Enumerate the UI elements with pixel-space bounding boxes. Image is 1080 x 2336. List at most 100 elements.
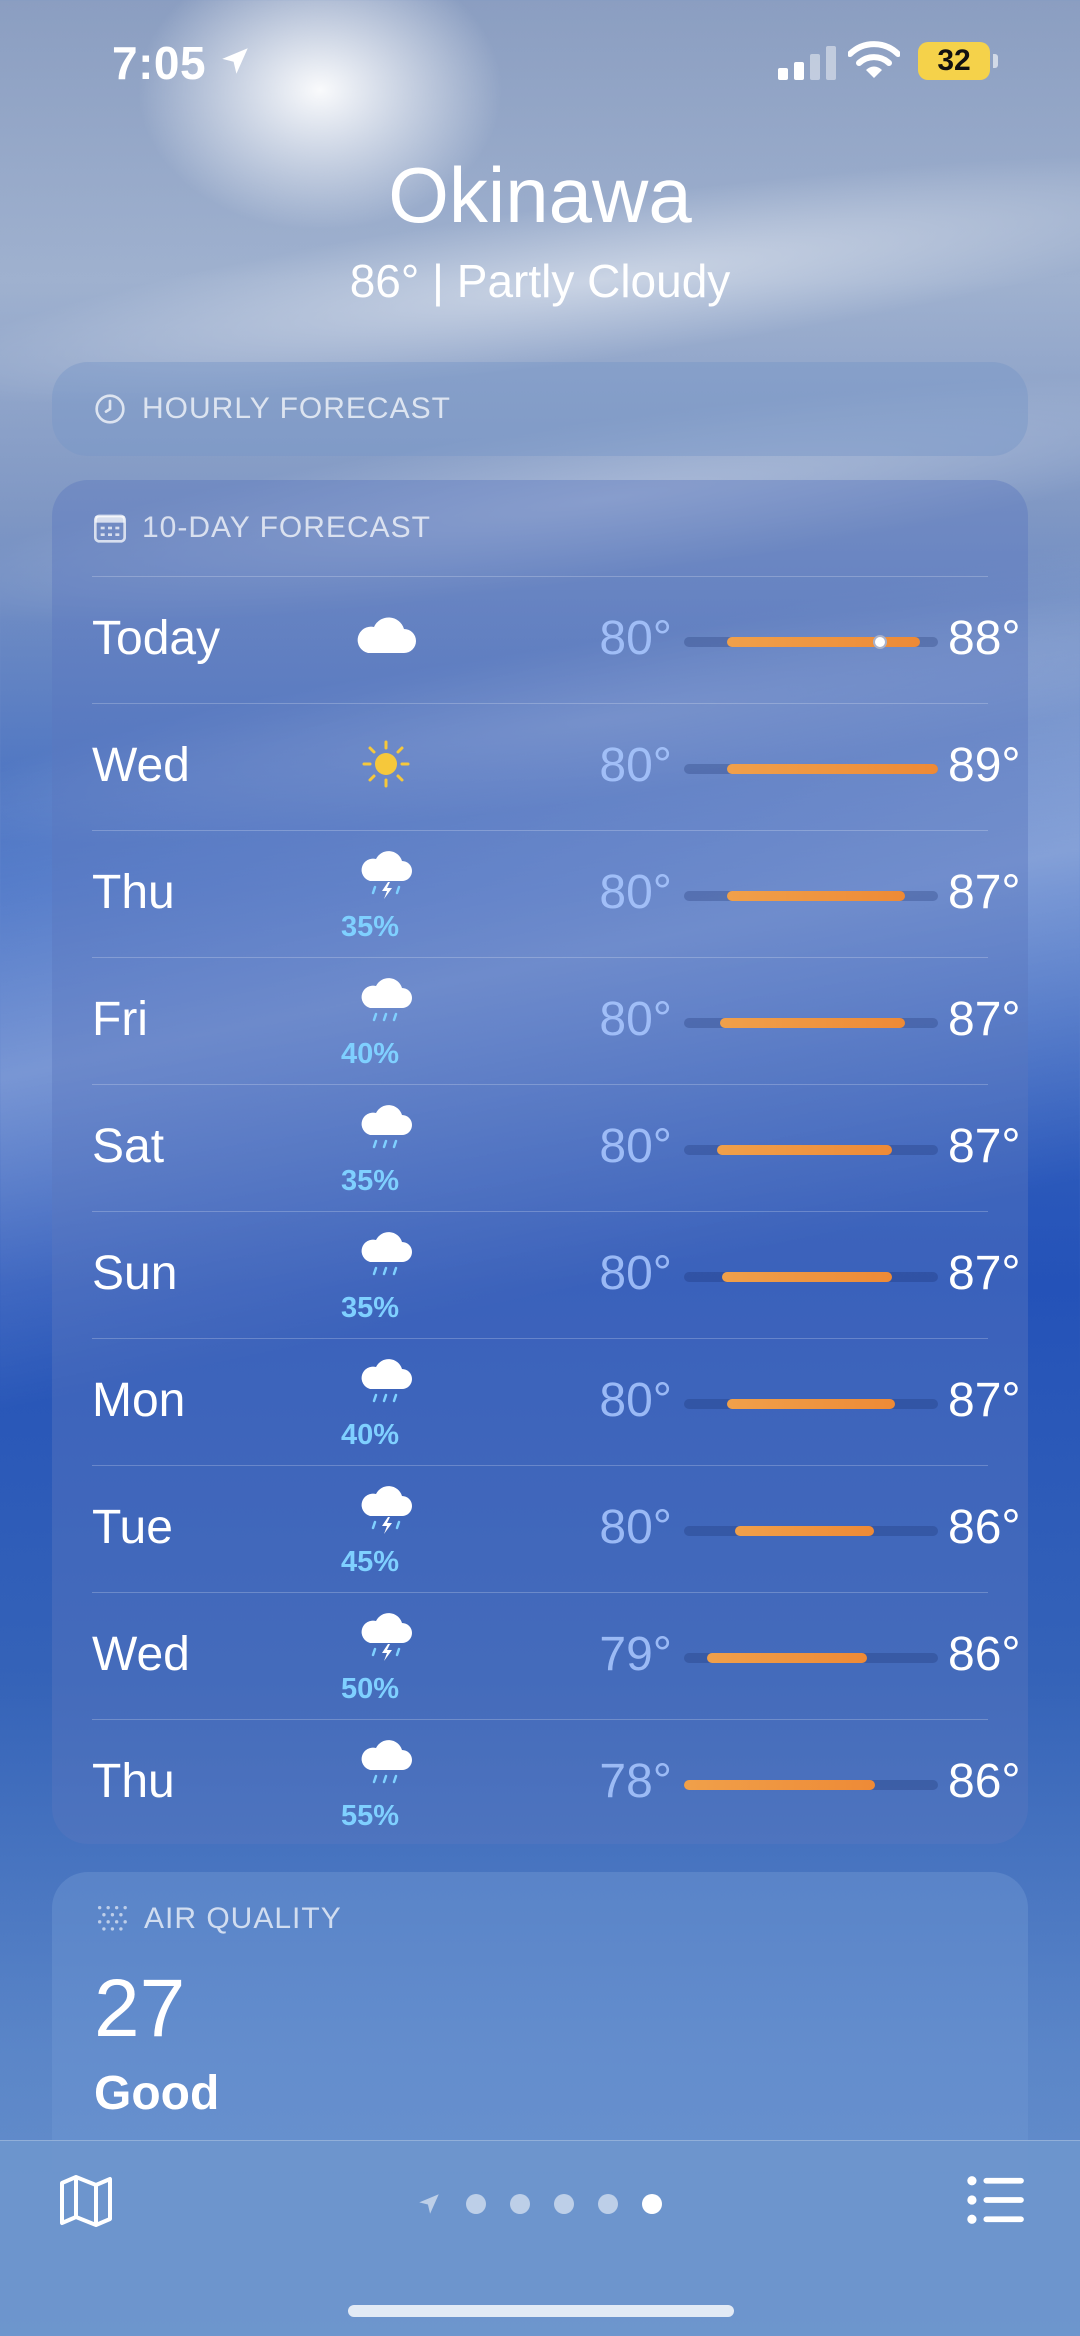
temp-range-bar [684, 1780, 938, 1790]
calendar-icon [94, 514, 126, 543]
forecast-day: Thu [92, 1755, 175, 1808]
forecast-row[interactable]: Fri 40% 80° 87° [92, 957, 1021, 1084]
low-temp: 79° [599, 1628, 672, 1681]
hourly-forecast-title: HOURLY FORECAST [142, 392, 451, 425]
precip-chance: 45% [340, 1546, 400, 1578]
page-dot[interactable] [598, 2194, 618, 2214]
current-temp-dot [872, 635, 887, 649]
forecast-row[interactable]: Sun 35% 80° 87° [92, 1211, 1021, 1338]
thunderstorm-icon [346, 845, 426, 905]
high-temp: 87° [948, 1247, 1021, 1300]
air-quality-label: Good [94, 2067, 220, 2120]
location-arrow-icon [222, 48, 248, 74]
high-temp: 89° [948, 739, 1021, 792]
current-location-arrow-icon [419, 2194, 439, 2214]
battery-indicator: 32 [918, 42, 990, 80]
page-dot[interactable] [466, 2194, 486, 2214]
precip-chance: 35% [340, 911, 400, 943]
low-temp: 80° [599, 1247, 672, 1300]
page-dot[interactable] [554, 2194, 574, 2214]
ten-day-forecast-card[interactable]: 10-DAY FORECAST Today 80° 88° Wed 80° 89° Thu 3… [52, 480, 1028, 1844]
rain-icon [346, 1099, 426, 1159]
thunderstorm-icon [346, 1480, 426, 1540]
temp-range-fill [734, 1526, 875, 1536]
high-temp: 88° [948, 612, 1021, 665]
high-temp: 87° [948, 866, 1021, 919]
temp-range-fill [684, 1780, 875, 1790]
forecast-day: Mon [92, 1374, 186, 1427]
city-name: Okinawa [388, 151, 692, 239]
forecast-day: Thu [92, 866, 175, 919]
temp-range-fill [722, 1272, 893, 1282]
sun-icon [346, 734, 426, 794]
precip-chance: 40% [340, 1038, 400, 1070]
low-temp: 80° [599, 1501, 672, 1554]
temp-range-fill [719, 1018, 905, 1028]
air-quality-value: 27 [94, 1963, 186, 2054]
forecast-row[interactable]: Wed 80° 89° [92, 703, 1021, 830]
temp-range-fill [727, 1399, 895, 1409]
forecast-row[interactable]: Today 80° 88° [92, 576, 1021, 703]
temp-range-fill [706, 1653, 867, 1663]
temp-range-bar [684, 891, 938, 901]
temp-range-bar [684, 1018, 938, 1028]
forecast-day: Sat [92, 1120, 165, 1173]
forecast-row[interactable]: Thu 35% 80° 87° [92, 830, 1021, 957]
low-temp: 80° [599, 993, 672, 1046]
precip-chance: 35% [340, 1292, 400, 1324]
rain-icon [346, 1353, 426, 1413]
thunderstorm-icon [346, 1607, 426, 1667]
high-temp: 87° [948, 1374, 1021, 1427]
low-temp: 78° [599, 1755, 672, 1808]
temp-range-fill [727, 891, 905, 901]
precip-chance: 50% [340, 1673, 400, 1705]
rain-icon [346, 972, 426, 1032]
forecast-row[interactable]: Sat 35% 80° 87° [92, 1084, 1021, 1211]
low-temp: 80° [599, 866, 672, 919]
ten-day-forecast-title: 10-DAY FORECAST [142, 511, 431, 544]
high-temp: 86° [948, 1501, 1021, 1554]
temp-range-bar [684, 635, 938, 649]
low-temp: 80° [599, 1120, 672, 1173]
low-temp: 80° [599, 1374, 672, 1427]
temp-range-fill [727, 637, 921, 647]
air-quality-title: AIR QUALITY [144, 1902, 342, 1935]
air-quality-icon [97, 1905, 127, 1931]
forecast-row[interactable]: Wed 50% 79° 86° [92, 1592, 1021, 1719]
temp-range-fill [717, 1145, 893, 1155]
rain-icon [346, 1226, 426, 1286]
cloud-icon [346, 607, 426, 667]
forecast-day: Fri [92, 993, 148, 1046]
temp-range-bar [684, 1653, 938, 1663]
forecast-row[interactable]: Thu 55% 78° 86° [92, 1719, 1021, 1846]
cellular-signal-icon [778, 44, 836, 80]
precip-chance: 35% [340, 1165, 400, 1197]
current-summary: 86° | Partly Cloudy [349, 255, 731, 307]
page-dot[interactable] [510, 2194, 530, 2214]
high-temp: 86° [948, 1628, 1021, 1681]
temp-range-bar [684, 1399, 938, 1409]
temp-range-bar [684, 1526, 938, 1536]
air-quality-card[interactable]: AIR QUALITY 27 Good [52, 1872, 1028, 2172]
forecast-day: Wed [92, 739, 190, 792]
temp-range-bar [684, 764, 938, 774]
hourly-forecast-card[interactable]: HOURLY FORECAST [52, 362, 1028, 456]
temp-range-fill [727, 764, 938, 774]
forecast-day: Today [92, 612, 221, 665]
bottom-toolbar [0, 2140, 1080, 2336]
forecast-row[interactable]: Mon 40% 80° 87° [92, 1338, 1021, 1465]
status-time: 7:05 [112, 37, 207, 89]
high-temp: 87° [948, 993, 1021, 1046]
forecast-row[interactable]: Tue 45% 80° 86° [92, 1465, 1021, 1592]
clock-icon [95, 394, 125, 424]
page-dot-active[interactable] [642, 2194, 662, 2214]
high-temp: 86° [948, 1755, 1021, 1808]
list-icon[interactable] [966, 2175, 1024, 2225]
map-icon[interactable] [56, 2171, 116, 2231]
high-temp: 87° [948, 1120, 1021, 1173]
home-indicator[interactable] [348, 2305, 734, 2317]
precip-chance: 40% [340, 1419, 400, 1451]
page-indicator[interactable] [416, 2191, 662, 2217]
wifi-icon [848, 41, 900, 78]
low-temp: 80° [599, 739, 672, 792]
